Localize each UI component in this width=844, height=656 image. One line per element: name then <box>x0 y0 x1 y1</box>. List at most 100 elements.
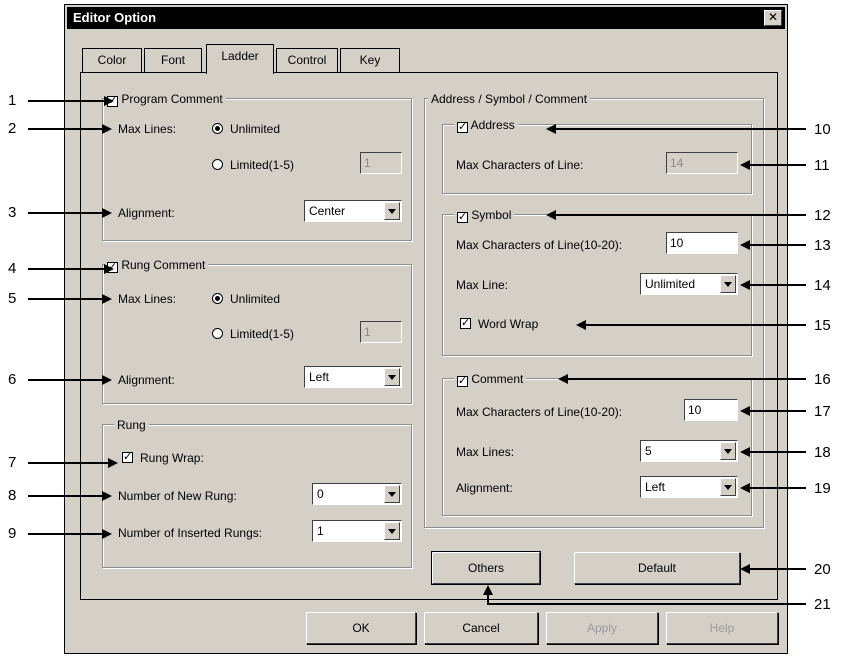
pc-alignment-value: Center <box>309 204 346 218</box>
inserted-rungs-value: 1 <box>317 524 324 538</box>
help-button[interactable]: Help <box>666 612 778 644</box>
chevron-down-icon[interactable] <box>720 275 736 293</box>
callout-6-line <box>28 379 106 381</box>
tab-color[interactable]: Color <box>82 48 142 72</box>
callout-1-line <box>28 100 108 102</box>
pc-alignment-select[interactable]: Center <box>304 200 402 222</box>
rung-wrap-label: Rung Wrap: <box>140 451 204 465</box>
rc-limited-radio[interactable] <box>212 328 223 339</box>
comment-max-label: Max Characters of Line(10-20): <box>456 405 623 419</box>
symbol-label: Symbol <box>471 208 512 222</box>
symbol-header: ✓ Symbol <box>454 208 515 223</box>
pc-limited-field[interactable]: 1 <box>360 152 402 174</box>
callout-2-line <box>28 128 106 130</box>
callout-9: 9 <box>8 525 17 542</box>
apply-button[interactable]: Apply <box>546 612 658 644</box>
rc-limited-field[interactable]: 1 <box>360 321 402 343</box>
callout-19-line <box>748 487 806 489</box>
callout-6: 6 <box>8 371 17 388</box>
tab-control[interactable]: Control <box>276 48 338 72</box>
close-icon[interactable]: ✕ <box>764 10 782 26</box>
rc-alignment-select[interactable]: Left <box>304 366 402 388</box>
new-rung-value: 0 <box>317 487 324 501</box>
callout-17-line <box>748 410 806 412</box>
tab-ladder[interactable]: Ladder <box>206 44 274 74</box>
pc-unlimited-label: Unlimited <box>230 122 281 136</box>
callout-8: 8 <box>8 487 17 504</box>
callout-2-arrowhead <box>102 124 112 134</box>
callout-15: 15 <box>814 317 831 334</box>
asc-group-label: Address / Symbol / Comment <box>428 92 591 106</box>
symbol-max-label: Max Characters of Line(10-20): <box>456 238 623 252</box>
callout-5-arrowhead <box>102 294 112 304</box>
comment-align-select[interactable]: Left <box>640 476 738 498</box>
callout-21-line <box>487 603 806 605</box>
comment-checkbox[interactable]: ✓ <box>457 376 468 387</box>
callout-11-line <box>748 164 806 166</box>
ok-button[interactable]: OK <box>306 612 416 644</box>
cancel-button[interactable]: Cancel <box>424 612 538 644</box>
callout-8-line <box>28 495 106 497</box>
rung-wrap-checkbox[interactable]: ✓ <box>122 452 133 463</box>
address-checkbox[interactable]: ✓ <box>457 122 468 133</box>
chevron-down-icon[interactable] <box>384 202 400 220</box>
tab-font[interactable]: Font <box>144 48 202 72</box>
default-button[interactable]: Default <box>574 552 740 584</box>
pc-limited-radio[interactable] <box>212 159 223 170</box>
callout-9-line <box>28 533 106 535</box>
callout-4-line <box>28 268 108 270</box>
chevron-down-icon[interactable] <box>720 442 736 460</box>
callout-12: 12 <box>814 207 831 224</box>
comment-max-field[interactable]: 10 <box>684 399 738 421</box>
comment-label: Comment <box>471 372 524 386</box>
callout-7-arrowhead <box>108 458 118 468</box>
chevron-down-icon[interactable] <box>720 478 736 496</box>
chevron-down-icon[interactable] <box>384 485 400 503</box>
comment-align-value: Left <box>645 480 666 494</box>
callout-3-line <box>28 212 106 214</box>
rc-unlimited-radio[interactable] <box>212 293 223 304</box>
symbol-line-select[interactable]: Unlimited <box>640 273 738 295</box>
callout-5: 5 <box>8 290 17 307</box>
others-button[interactable]: Others <box>432 552 540 584</box>
address-header: ✓ Address <box>454 118 518 133</box>
callout-8-arrowhead <box>102 491 112 501</box>
rc-alignment-value: Left <box>309 370 330 384</box>
pc-unlimited-radio[interactable] <box>212 123 223 134</box>
callout-7: 7 <box>8 454 17 471</box>
word-wrap-checkbox[interactable]: ✓ <box>460 318 471 329</box>
chevron-down-icon[interactable] <box>384 522 400 540</box>
callout-15-line <box>584 324 806 326</box>
comment-align-label: Alignment: <box>456 481 513 495</box>
address-label: Address <box>470 118 515 132</box>
pc-max-lines-label: Max Lines: <box>118 122 177 136</box>
callout-16: 16 <box>814 371 831 388</box>
new-rung-select[interactable]: 0 <box>312 483 402 505</box>
comment-header: ✓ Comment <box>454 372 527 387</box>
callout-19: 19 <box>814 480 831 497</box>
callout-20-line <box>748 568 806 570</box>
symbol-line-label: Max Line: <box>456 278 509 292</box>
program-comment-header: ✓ Program Comment <box>104 92 226 107</box>
comment-lines-select[interactable]: 5 <box>640 440 738 462</box>
symbol-max-field[interactable]: 10 <box>666 232 738 254</box>
callout-18-line <box>748 451 806 453</box>
callout-10-line <box>554 128 806 130</box>
comment-lines-label: Max Lines: <box>456 445 515 459</box>
inserted-rungs-select[interactable]: 1 <box>312 520 402 542</box>
symbol-line-value: Unlimited <box>645 277 696 291</box>
tab-key[interactable]: Key <box>340 48 400 72</box>
callout-6-arrowhead <box>102 375 112 385</box>
callout-7-line <box>28 462 112 464</box>
chevron-down-icon[interactable] <box>384 368 400 386</box>
rc-max-lines-label: Max Lines: <box>118 292 177 306</box>
title-bar[interactable]: Editor Option ✕ <box>67 7 785 29</box>
callout-5-line <box>28 298 106 300</box>
callout-1: 1 <box>8 92 17 109</box>
rc-alignment-label: Alignment: <box>118 373 175 387</box>
callout-20: 20 <box>814 561 831 578</box>
symbol-checkbox[interactable]: ✓ <box>457 212 468 223</box>
inserted-rungs-label: Number of Inserted Rungs: <box>118 526 263 540</box>
address-max-field[interactable]: 14 <box>666 152 738 174</box>
rung-group-label: Rung <box>114 418 149 432</box>
